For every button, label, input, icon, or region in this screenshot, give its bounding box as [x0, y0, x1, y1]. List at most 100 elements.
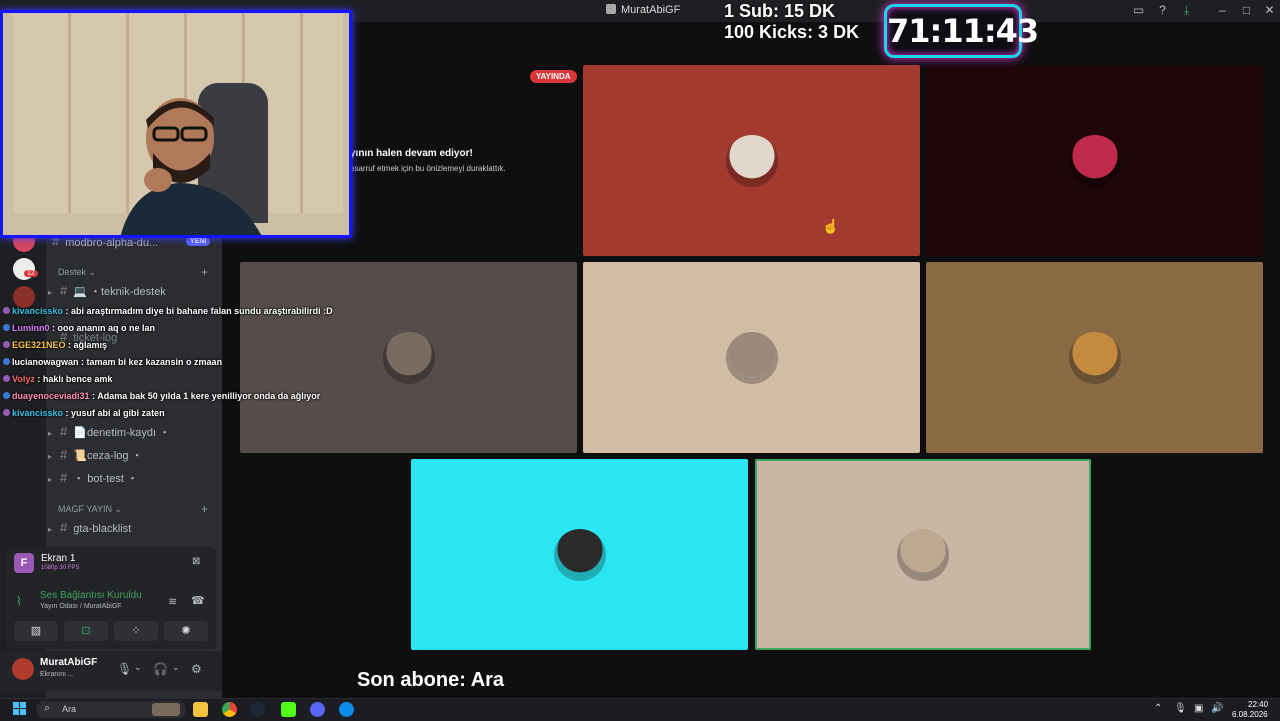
avatar[interactable]	[12, 658, 34, 680]
hash-icon: #	[60, 424, 68, 439]
participant-tile[interactable]	[926, 65, 1263, 256]
participant-avatar	[1068, 134, 1121, 187]
search-icon: ⌕	[44, 702, 51, 714]
clock-time[interactable]: 22:40	[1248, 700, 1268, 709]
chat-text: Adama bak 50 yılda 1 kere yenilliyor ond…	[97, 391, 321, 401]
soundboard-button[interactable]: ✺	[164, 621, 208, 641]
add-channel-button[interactable]: +	[201, 265, 208, 279]
chat-badge-icon	[3, 307, 10, 314]
kick-icon[interactable]	[281, 702, 296, 717]
gear-icon[interactable]: ⚙	[191, 662, 202, 676]
chat-badge-icon	[3, 375, 10, 382]
hash-icon: #	[60, 283, 68, 298]
voice-activity-icon[interactable]: ≋	[168, 595, 177, 608]
webcam-person	[120, 98, 262, 235]
channel-denetim-kaydi[interactable]: ▸ # 📄denetim-kaydı ・	[48, 423, 170, 441]
steam-icon[interactable]	[250, 702, 265, 717]
participant-avatar	[553, 528, 606, 581]
channel-teknik-destek[interactable]: ▸ # 💻 ・teknik-destek	[48, 282, 166, 300]
chevron-down-icon: ⌄	[114, 504, 123, 514]
user-status: Ekranını ...	[40, 671, 74, 678]
hash-icon: #	[60, 520, 68, 535]
taskbar	[0, 698, 1280, 721]
chevron-down-icon[interactable]: ⌄	[134, 662, 142, 673]
live-badge: YAYINDA	[530, 70, 577, 83]
chat-username: duayenoceviadi31	[12, 391, 90, 401]
chat-text: ooo ananın aq o ne lan	[57, 323, 156, 333]
chat-text: haklı bence amk	[42, 374, 113, 384]
stop-share-icon[interactable]: ⊠	[192, 556, 200, 567]
search-placeholder: Ara	[62, 704, 77, 714]
chat-username: Volyz	[12, 374, 35, 384]
chat-message: Volyz : haklı bence amk	[0, 371, 346, 388]
participant-tile[interactable]	[411, 459, 748, 650]
network-icon[interactable]: ▣	[1194, 703, 1203, 714]
microphone-icon[interactable]: 🎙	[1174, 703, 1187, 714]
participant-tile[interactable]	[926, 262, 1263, 453]
inbox-icon[interactable]: ▭	[1132, 4, 1145, 17]
edge-icon[interactable]	[339, 702, 354, 717]
close-button[interactable]: ✕	[1263, 4, 1276, 17]
chat-username: kivancissko	[12, 408, 64, 418]
microphone-icon[interactable]: 🎙	[117, 662, 132, 676]
channel-gta-blacklist[interactable]: ▸ # gta-blacklist	[48, 519, 131, 537]
screen-share-button[interactable]: ⊡	[64, 621, 108, 641]
chat-message: duayenoceviadi31 : Adama bak 50 yılda 1 …	[0, 388, 346, 405]
volume-icon[interactable]: 🔊	[1211, 703, 1223, 714]
clock-date[interactable]: 6.08.2026	[1232, 710, 1268, 719]
activities-button[interactable]: ⁘	[114, 621, 158, 641]
sub-goal-line: 1 Sub: 15 DK	[724, 1, 836, 21]
file-explorer-icon[interactable]	[193, 702, 208, 717]
participant-tile[interactable]	[755, 459, 1091, 650]
minimize-button[interactable]: –	[1216, 4, 1229, 17]
chat-badge-icon	[3, 392, 10, 399]
chat-username: kivancissko	[12, 306, 64, 316]
chrome-icon[interactable]	[222, 702, 237, 717]
download-icon[interactable]: ⤓	[1180, 4, 1193, 17]
add-channel-button[interactable]: +	[201, 502, 208, 516]
chat-text: abi araştırmadım diye bi bahane falan su…	[71, 306, 333, 316]
disconnect-icon[interactable]: ☎	[191, 594, 205, 607]
hash-icon: #	[60, 447, 68, 462]
participant-tile[interactable]	[583, 262, 920, 453]
screen-share-quality: 1080p 30 FPS	[41, 565, 80, 571]
connection-channel[interactable]: Yayın Odası / MuratAbiGF	[40, 603, 122, 610]
category-magf-yayin[interactable]: MAGF YAYIN ⌄	[58, 504, 122, 515]
user-name[interactable]: MuratAbiGF	[40, 657, 97, 668]
kicks-goal-line: 100 Kicks: 3 DK	[724, 22, 860, 42]
webcam-overlay	[0, 10, 352, 238]
hash-icon: #	[60, 470, 68, 485]
sub-goal-overlay: 1 Sub: 15 DK 100 Kicks: 3 DK	[724, 1, 859, 43]
chat-text: yusuf abi al gibi zaten	[71, 408, 165, 418]
new-badge: YENİ	[186, 237, 211, 246]
help-icon[interactable]: ?	[1156, 4, 1169, 17]
chat-message: EGE321NEO : ağlamış	[0, 337, 346, 354]
headphones-icon[interactable]: 🎧	[153, 662, 168, 676]
participant-avatar	[382, 331, 435, 384]
discord-icon[interactable]	[310, 702, 325, 717]
caret-icon: ▸	[48, 475, 53, 484]
caret-icon: ▸	[48, 429, 53, 438]
connection-status[interactable]: Ses Bağlantısı Kuruldu	[40, 590, 142, 601]
chevron-down-icon: ⌄	[88, 267, 97, 277]
participant-avatar	[1068, 331, 1121, 384]
caret-icon: ▸	[48, 288, 53, 297]
windows-start-icon[interactable]	[13, 702, 27, 716]
channel-ceza-log[interactable]: ▸ # 📜ceza-log ・	[48, 446, 143, 464]
maximize-button[interactable]: □	[1240, 4, 1253, 17]
chat-message: Luminn0 : ooo ananın aq o ne lan	[0, 320, 346, 337]
chat-text: ağlamış	[73, 340, 108, 350]
category-destek[interactable]: Destek ⌄	[58, 267, 96, 278]
chevron-down-icon[interactable]: ⌄	[172, 662, 180, 673]
caret-icon: ▸	[48, 452, 53, 461]
chat-username: lucianowagwan	[12, 357, 79, 367]
window-title: MuratAbiGF	[606, 4, 680, 16]
participant-tile[interactable]	[583, 65, 920, 256]
chat-badge-icon	[3, 358, 10, 365]
chat-username: EGE321NEO	[12, 340, 66, 350]
camera-off-button[interactable]: ▨	[14, 621, 58, 641]
channel-bot-test[interactable]: ▸ # ・ bot-test ・	[48, 469, 138, 487]
chevron-up-icon[interactable]: ⌃	[1154, 703, 1162, 714]
screen-share-avatar: F	[14, 553, 34, 573]
chat-username: Luminn0	[12, 323, 50, 333]
